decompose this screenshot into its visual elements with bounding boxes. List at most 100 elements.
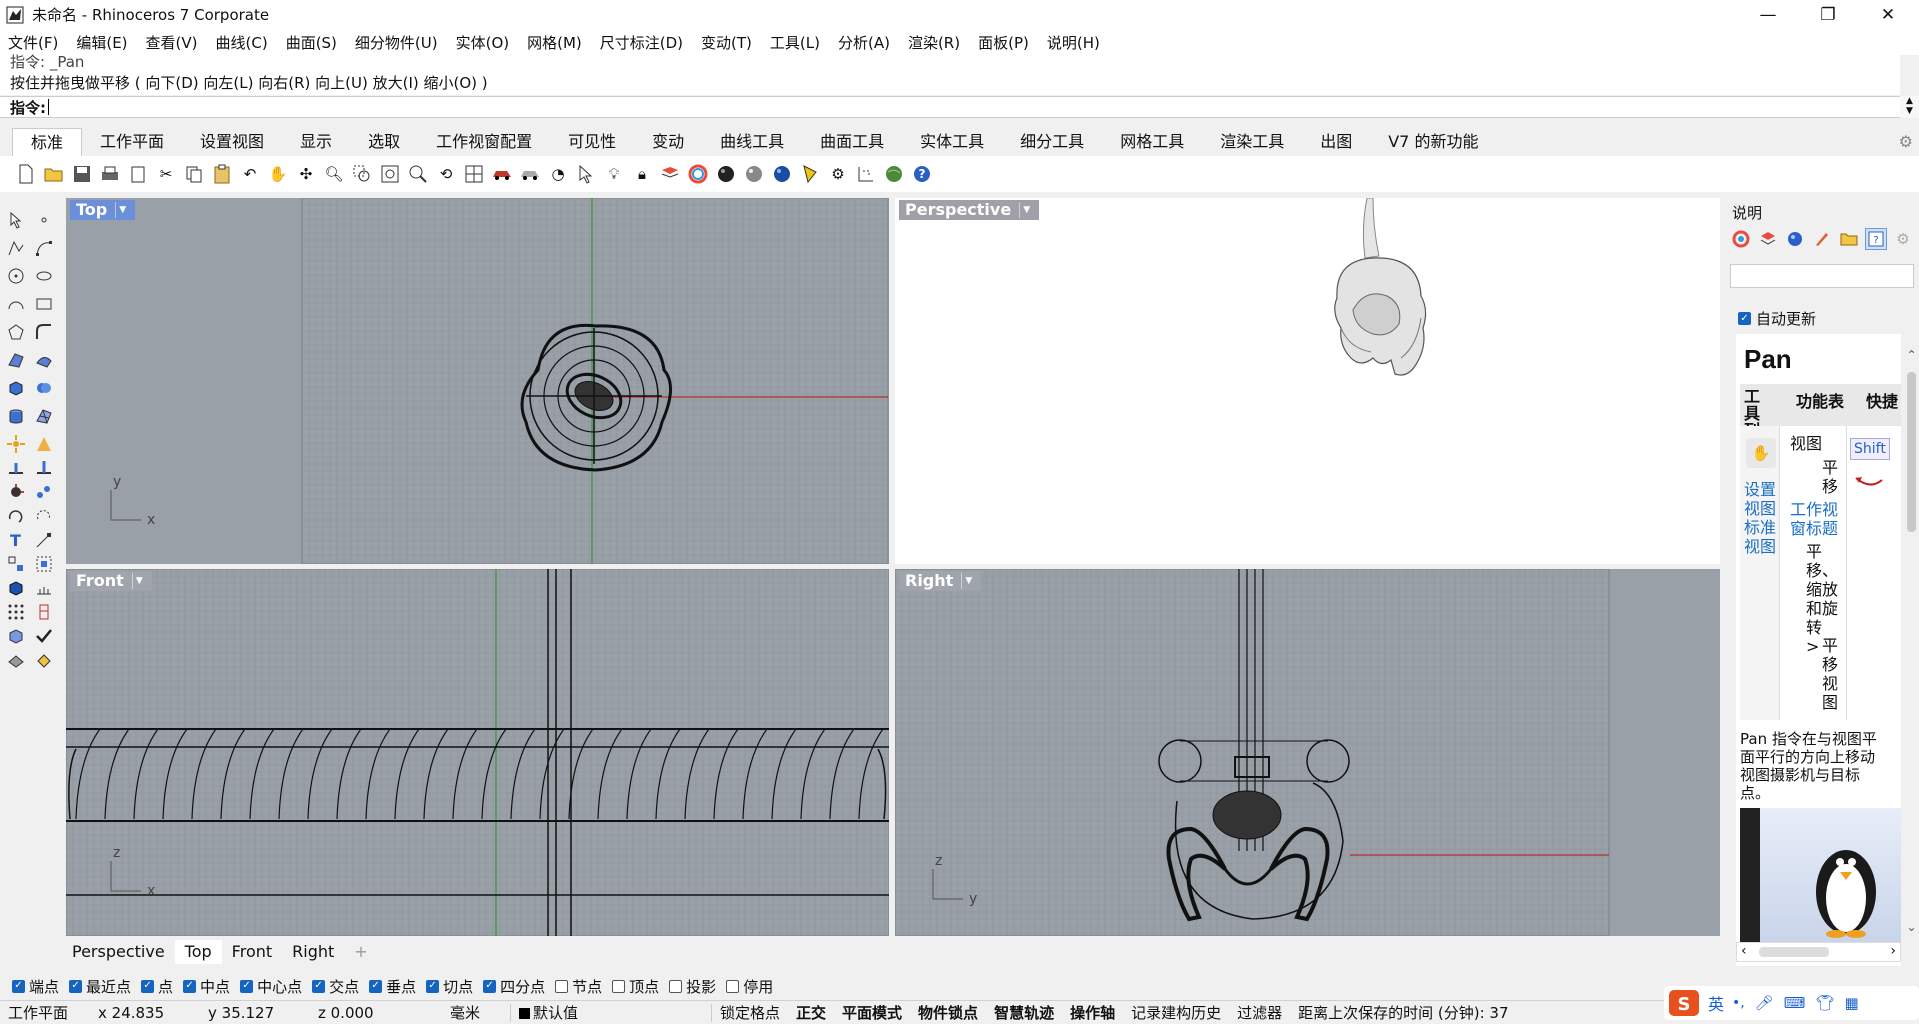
undo-view-icon[interactable]: ⟲: [434, 162, 458, 186]
menu-panels[interactable]: 面板(P): [978, 32, 1029, 53]
osnap-item[interactable]: 顶点: [612, 976, 659, 997]
rotate3d-icon[interactable]: [32, 504, 56, 528]
viewport-perspective-dropdown-icon[interactable]: ▼: [1019, 202, 1033, 218]
arc-rotate-icon[interactable]: [32, 264, 56, 288]
menu-analyze[interactable]: 分析(A): [838, 32, 890, 53]
osnap-checkbox[interactable]: [426, 979, 440, 993]
surface-corner-icon[interactable]: [4, 348, 28, 372]
surface-edge-icon[interactable]: [32, 348, 56, 372]
ime-punct[interactable]: •,: [1732, 995, 1745, 1011]
gumball-icon[interactable]: [4, 480, 28, 504]
status-ortho[interactable]: 正交: [788, 1002, 834, 1023]
box-icon[interactable]: [4, 376, 28, 400]
array-icon[interactable]: [32, 480, 56, 504]
menu-curve[interactable]: 曲线(C): [216, 32, 268, 53]
scroll-down-icon[interactable]: ⌄: [1904, 920, 1919, 934]
lock-icon[interactable]: 🔒︎: [630, 162, 654, 186]
viewtab-top[interactable]: Top: [174, 940, 222, 964]
command-line[interactable]: 指令:: [0, 96, 1900, 118]
zoom-extents-icon[interactable]: [378, 162, 402, 186]
microphone-icon[interactable]: 🎤︎: [1755, 994, 1774, 1012]
viewport-front-label[interactable]: Front ▼: [70, 571, 152, 591]
status-osnap[interactable]: 物件锁点: [910, 1002, 986, 1023]
status-grid-snap[interactable]: 锁定格点: [712, 1002, 788, 1023]
undo-icon[interactable]: ↶: [238, 162, 262, 186]
status-gumball[interactable]: 操作轴: [1062, 1002, 1123, 1023]
text-icon[interactable]: T: [4, 528, 28, 552]
check-icon[interactable]: [32, 624, 56, 648]
tab-display[interactable]: 显示: [282, 128, 350, 156]
cage-edit-icon[interactable]: [4, 624, 28, 648]
viewport-right-label[interactable]: Right ▼: [899, 571, 982, 591]
menu-file[interactable]: 文件(F): [8, 32, 58, 53]
osnap-checkbox[interactable]: [369, 979, 383, 993]
viewport-right-canvas[interactable]: zy: [895, 569, 1720, 936]
viewport-front-dropdown-icon[interactable]: ▼: [131, 573, 146, 589]
viewport-front-canvas[interactable]: zx: [66, 569, 889, 936]
globe-icon[interactable]: [882, 162, 906, 186]
copy-icon[interactable]: [182, 162, 206, 186]
tab-surface-tools[interactable]: 曲面工具: [802, 128, 902, 156]
render-mesh-icon[interactable]: [4, 648, 28, 672]
pan-hand-icon[interactable]: ✋: [266, 162, 290, 186]
osnap-checkbox[interactable]: [483, 979, 497, 993]
maximize-button[interactable]: ❐: [1800, 0, 1856, 29]
tab-curve-tools[interactable]: 曲线工具: [702, 128, 802, 156]
curve-cv-icon[interactable]: [32, 236, 56, 260]
osnap-item[interactable]: 垂点: [369, 976, 416, 997]
split-icon[interactable]: [32, 432, 56, 456]
menu-transform[interactable]: 变动(T): [701, 32, 752, 53]
status-planar[interactable]: 平面模式: [834, 1002, 910, 1023]
color-wheel-icon[interactable]: [686, 162, 710, 186]
import-icon[interactable]: [126, 162, 150, 186]
osnap-item[interactable]: 停用: [726, 976, 773, 997]
add-viewtab-button[interactable]: +: [344, 940, 377, 964]
paint-bucket-icon[interactable]: [32, 648, 56, 672]
viewtab-front[interactable]: Front: [222, 940, 282, 964]
help-search-input[interactable]: [1730, 264, 1914, 288]
block-icon[interactable]: [4, 552, 28, 576]
polyline-icon[interactable]: [4, 236, 28, 260]
render-sphere-panel-icon[interactable]: [1784, 228, 1806, 250]
zoom-window-icon[interactable]: [350, 162, 374, 186]
color-wheel-panel-icon[interactable]: [1730, 228, 1752, 250]
join-icon[interactable]: [32, 456, 56, 480]
select-arrow-icon[interactable]: [4, 208, 28, 232]
scroll-up-icon[interactable]: ⌃: [1904, 348, 1919, 362]
rectangle-icon[interactable]: [32, 292, 56, 316]
group-icon[interactable]: [32, 552, 56, 576]
history-icon[interactable]: [32, 600, 56, 624]
osnap-checkbox[interactable]: [141, 979, 155, 993]
clock-icon[interactable]: ◔: [546, 162, 570, 186]
osnap-checkbox[interactable]: [555, 979, 569, 993]
tab-subd-tools[interactable]: 细分工具: [1002, 128, 1102, 156]
hscroll-right-icon[interactable]: ›: [1890, 943, 1896, 959]
status-layer[interactable]: 默认值: [511, 1002, 711, 1023]
viewport-top-canvas[interactable]: yx: [66, 198, 889, 564]
viewport-perspective-canvas[interactable]: [895, 198, 1720, 564]
osnap-item[interactable]: 点: [141, 976, 173, 997]
help-scroll-thumb[interactable]: [1907, 372, 1916, 532]
save-icon[interactable]: [70, 162, 94, 186]
tab-render-tools[interactable]: 渲染工具: [1202, 128, 1302, 156]
apps-grid-icon[interactable]: ▦: [1844, 994, 1858, 1012]
panel-settings-gear-icon[interactable]: ⚙: [1892, 228, 1914, 250]
sphere-black-icon[interactable]: [714, 162, 738, 186]
menu-dimension[interactable]: 尺寸标注(D): [600, 32, 683, 53]
menu-render[interactable]: 渲染(R): [908, 32, 960, 53]
osnap-checkbox[interactable]: [240, 979, 254, 993]
osnap-checkbox[interactable]: [726, 979, 740, 993]
sphere-blue-icon[interactable]: [770, 162, 794, 186]
close-button[interactable]: ✕: [1860, 0, 1916, 29]
rotate-icon[interactable]: [4, 504, 28, 528]
point-array-icon[interactable]: [4, 600, 28, 624]
osnap-item[interactable]: 交点: [312, 976, 359, 997]
brush-panel-icon[interactable]: [1811, 228, 1833, 250]
new-file-icon[interactable]: [14, 162, 38, 186]
osnap-checkbox[interactable]: [183, 979, 197, 993]
viewport-top-dropdown-icon[interactable]: ▼: [115, 202, 129, 218]
viewport-right[interactable]: zy Right ▼: [895, 569, 1720, 936]
ime-toolbar[interactable]: S 英 •, 🎤︎ ⌨ 👕︎ ▦: [1664, 986, 1919, 1020]
menu-view[interactable]: 查看(V): [146, 32, 198, 53]
minimize-button[interactable]: —: [1740, 0, 1796, 29]
